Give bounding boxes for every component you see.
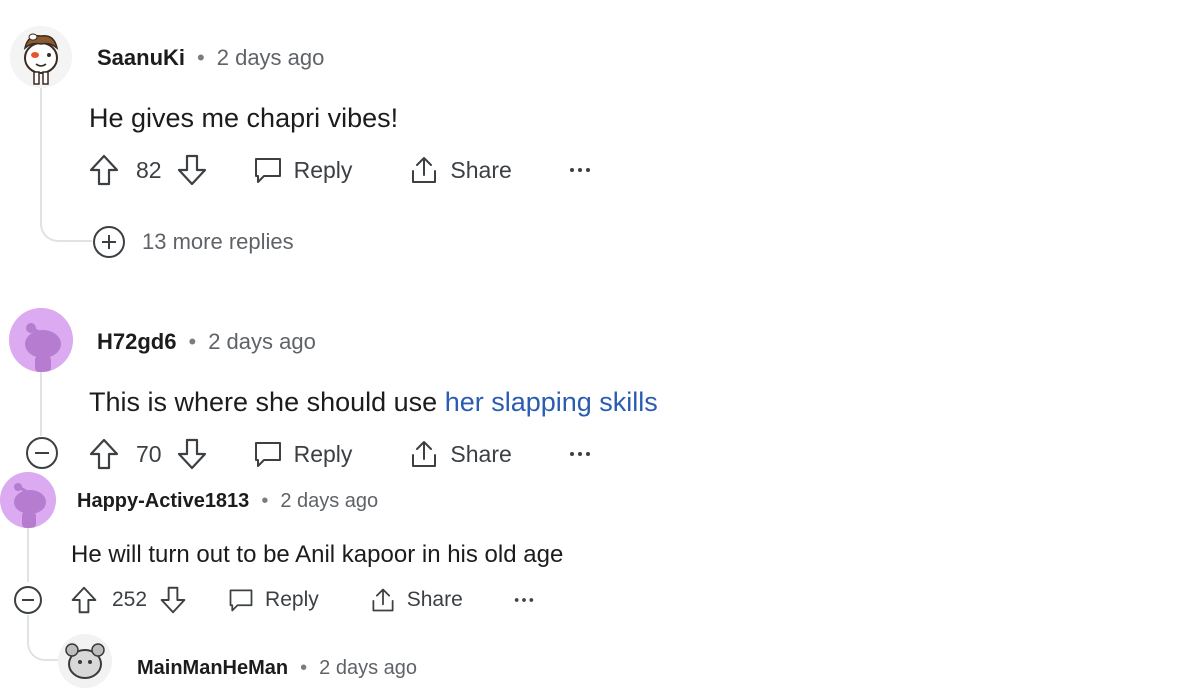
share-icon bbox=[412, 157, 437, 183]
comment-actions: 82 Reply Share bbox=[88, 150, 592, 190]
comment-meta: SaanuKi • 2 days ago bbox=[97, 44, 324, 72]
reply-button[interactable]: Reply bbox=[252, 154, 353, 186]
thread-branch-curve bbox=[40, 218, 92, 242]
more-replies-button[interactable]: 13 more replies bbox=[92, 225, 294, 259]
username[interactable]: MainManHeMan bbox=[137, 657, 288, 680]
upvote-button[interactable] bbox=[70, 585, 98, 615]
downvote-arrow-icon bbox=[177, 154, 206, 186]
share-icon bbox=[372, 588, 394, 612]
comment-actions: 252 Reply Share bbox=[70, 583, 535, 617]
upvote-button[interactable] bbox=[88, 153, 120, 187]
upvote-arrow-icon bbox=[89, 154, 119, 186]
share-button[interactable]: Share bbox=[408, 154, 512, 186]
separator-dot: • bbox=[188, 329, 197, 354]
upvote-button[interactable] bbox=[88, 437, 120, 471]
comment-body: He gives me chapri vibes! bbox=[89, 103, 399, 133]
minus-circle-icon bbox=[14, 586, 42, 614]
snoo-avatar-icon bbox=[9, 308, 73, 372]
share-button[interactable]: Share bbox=[408, 438, 512, 470]
reply-label: Reply bbox=[293, 440, 353, 467]
vote-score: 82 bbox=[136, 156, 162, 183]
share-button[interactable]: Share bbox=[369, 586, 463, 614]
cartoon-avatar-icon bbox=[58, 634, 112, 688]
thread-branch-curve bbox=[27, 615, 59, 661]
share-icon bbox=[412, 441, 437, 467]
more-options-button[interactable] bbox=[568, 449, 592, 459]
more-options-button[interactable] bbox=[513, 595, 535, 605]
share-label: Share bbox=[406, 588, 463, 611]
timestamp[interactable]: 2 days ago bbox=[208, 329, 316, 355]
thread-line bbox=[40, 372, 42, 436]
comment-meta: H72gd6 • 2 days ago bbox=[97, 328, 316, 356]
thread-line bbox=[40, 86, 42, 226]
vote-score: 252 bbox=[112, 588, 148, 611]
separator-dot: • bbox=[197, 45, 205, 70]
upvote-arrow-icon bbox=[89, 438, 119, 470]
reply-button[interactable]: Reply bbox=[252, 438, 353, 470]
more-options-icon bbox=[569, 452, 590, 456]
collapse-thread-button[interactable] bbox=[13, 585, 43, 620]
comment-body-text: This is where she should use bbox=[89, 387, 445, 417]
avatar[interactable] bbox=[9, 308, 73, 372]
avatar[interactable] bbox=[0, 472, 56, 528]
minus-circle-icon bbox=[26, 437, 58, 469]
timestamp[interactable]: 2 days ago bbox=[217, 45, 325, 71]
separator-dot: • bbox=[261, 489, 269, 512]
comment-body-link[interactable]: her slapping skills bbox=[445, 387, 658, 417]
downvote-button[interactable] bbox=[159, 585, 187, 615]
timestamp[interactable]: 2 days ago bbox=[280, 490, 378, 513]
thread-line bbox=[27, 528, 29, 582]
more-replies-label: 13 more replies bbox=[142, 229, 294, 254]
downvote-button[interactable] bbox=[176, 153, 208, 187]
username[interactable]: Happy-Active1813 bbox=[77, 490, 249, 513]
share-label: Share bbox=[450, 440, 512, 467]
more-options-button[interactable] bbox=[568, 165, 592, 175]
vote-score: 70 bbox=[136, 440, 162, 467]
comment-bubble-icon bbox=[254, 158, 281, 183]
comment-body: He will turn out to be Anil kapoor in hi… bbox=[71, 541, 564, 568]
more-options-icon bbox=[569, 168, 590, 172]
separator-dot: • bbox=[300, 656, 308, 679]
reply-label: Reply bbox=[293, 156, 353, 183]
comment-meta: Happy-Active1813 • 2 days ago bbox=[77, 488, 378, 514]
avatar[interactable] bbox=[58, 634, 112, 688]
collapse-thread-button[interactable] bbox=[25, 436, 59, 475]
comment-body: This is where she should use her slappin… bbox=[89, 387, 658, 418]
timestamp[interactable]: 2 days ago bbox=[319, 657, 417, 680]
comment-meta: MainManHeMan • 2 days ago bbox=[137, 655, 417, 681]
username[interactable]: H72gd6 bbox=[97, 329, 176, 355]
upvote-arrow-icon bbox=[71, 586, 97, 614]
comment-actions: 70 Reply Share bbox=[88, 434, 592, 474]
more-options-icon bbox=[514, 598, 533, 602]
share-label: Share bbox=[450, 156, 512, 183]
plus-circle-icon bbox=[93, 226, 125, 258]
reply-button[interactable]: Reply bbox=[227, 586, 319, 614]
username[interactable]: SaanuKi bbox=[97, 45, 185, 71]
downvote-button[interactable] bbox=[176, 437, 208, 471]
comment-bubble-icon bbox=[254, 442, 281, 467]
snoo-avatar-icon bbox=[0, 472, 56, 528]
downvote-arrow-icon bbox=[160, 586, 186, 614]
cartoon-avatar-icon bbox=[10, 26, 72, 88]
reply-label: Reply bbox=[265, 588, 319, 611]
avatar[interactable] bbox=[10, 26, 72, 88]
downvote-arrow-icon bbox=[177, 438, 206, 470]
comment-bubble-icon bbox=[229, 589, 253, 612]
